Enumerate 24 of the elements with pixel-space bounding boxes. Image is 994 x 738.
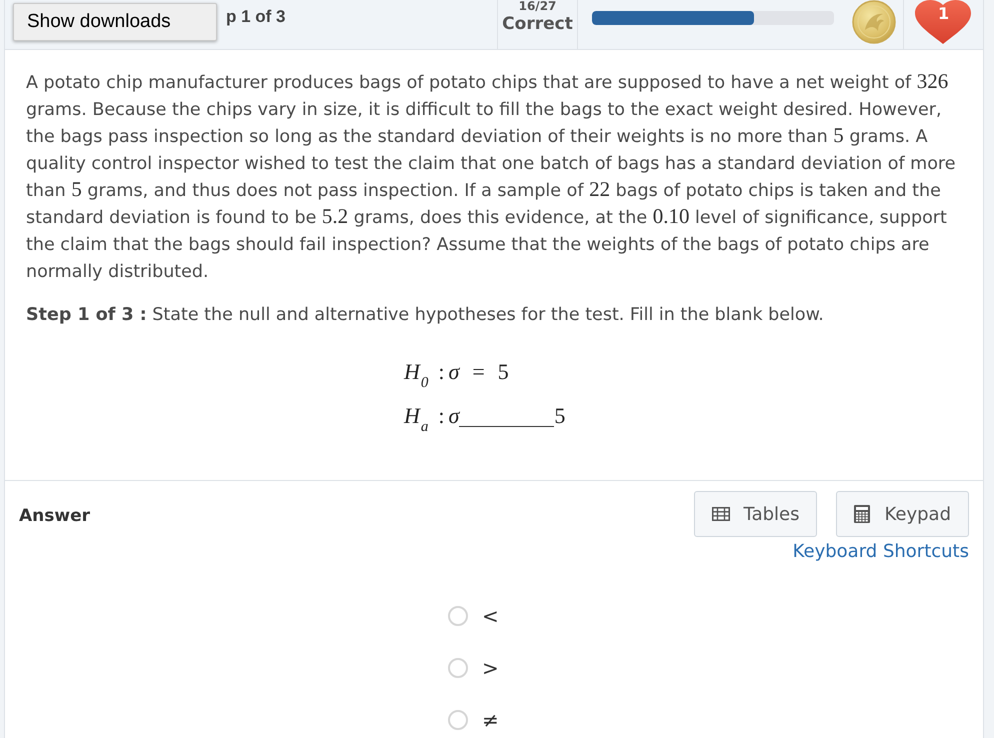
question-text: A potato chip manufacturer produces bags of potato chips that are supposed to have a net weight of 326 grams. Because the chips vary in size, it is difficult to fill the bags to the exact weight desired. However, the bags pass inspection so long as the standard deviation of their weights is no more than 5 grams. A quality control inspector wished to test the claim that one batch of bags has a standard deviation of more than 5 grams, and thus does not pass inspection. If a sample of 22 bags of potato chips is taken and the standard deviation is found to be 5.2 grams, does this evidence, at the 0.10 level of significance, support the claim that the bags should fail inspection? Assume that the weights of the bags of potato chips are normally distributed. (26, 70, 957, 284)
step-counter: p 1 of 3 (226, 7, 286, 26)
show-downloads-button[interactable]: Show downloads (13, 3, 217, 41)
radio-button[interactable] (448, 658, 468, 678)
tables-button[interactable]: Tables (694, 491, 818, 537)
answer-heading: Answer (19, 505, 90, 528)
option-label: ≠ (482, 709, 499, 731)
option-label: < (482, 605, 499, 627)
radio-button[interactable] (448, 606, 468, 626)
null-hypothesis: H$_{0}$ : σ = 5 (404, 358, 509, 388)
heart-icon (915, 0, 971, 44)
keyboard-shortcuts-link[interactable]: Keyboard Shortcuts (792, 539, 969, 565)
table-icon (712, 507, 730, 521)
coin-icon (852, 0, 896, 44)
score-label: Correct (502, 13, 573, 35)
step-instruction: Step 1 of 3 : State the null and alternative hypotheses for the test. Fill in the blank below. (26, 304, 825, 327)
radio-button[interactable] (448, 710, 468, 730)
keypad-button[interactable]: Keypad (836, 491, 969, 537)
hypothesis-value: 5 (554, 402, 566, 430)
lives-count: 1 (938, 4, 948, 24)
calculator-icon (854, 505, 870, 523)
alternative-hypothesis-label: H$_{a}$ : σ (404, 402, 460, 432)
option-label: > (482, 657, 499, 679)
score-count: 16/27 (518, 0, 556, 13)
